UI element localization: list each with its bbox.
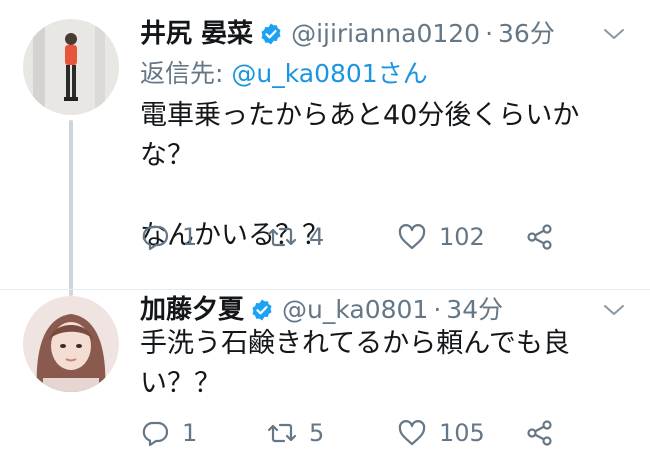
retweet-icon [267,423,297,443]
display-name[interactable]: 井尻 晏菜 [140,17,253,51]
verified-badge-icon [252,299,272,321]
tweet-text: 手洗う石鹸きれてるから頼んでも良い？？ [140,328,570,399]
display-name[interactable]: 加藤夕夏 [140,293,244,327]
user-handle[interactable]: @ijirianna0120 [291,17,480,51]
verified-badge-icon [261,23,281,45]
heart-icon [398,224,426,250]
reply-button[interactable]: 1 [140,219,197,255]
tweet-thread: 井尻 晏菜 @ijirianna0120 · 36分 返信先: @u_ka080… [0,0,650,457]
retweet-count: 4 [309,223,325,251]
avatar-photo [23,296,119,392]
like-count: 105 [439,419,485,447]
separator-dot: · [433,295,442,324]
tweet-actions: 1 4 102 [140,219,570,255]
reply-icon [142,225,169,251]
tweet-actions: 1 5 105 [140,415,570,451]
timestamp[interactable]: 36分 [498,17,555,51]
retweet-button[interactable]: 4 [267,219,324,255]
retweet-count: 5 [309,419,325,447]
retweet-icon [267,227,297,247]
tweet-header: 加藤夕夏 @u_ka0801 · 34分 [140,293,503,327]
tweet[interactable]: 井尻 晏菜 @ijirianna0120 · 36分 返信先: @u_ka080… [0,0,650,290]
tweet[interactable]: 加藤夕夏 @u_ka0801 · 34分 手洗う石鹸きれてるから頼んでも良い？？… [0,290,650,457]
share-button[interactable] [525,415,555,451]
heart-icon [398,420,426,446]
user-handle[interactable]: @u_ka0801 [282,293,428,327]
timestamp[interactable]: 34分 [446,293,503,327]
like-count: 102 [439,223,485,251]
chevron-down-icon[interactable] [602,298,626,322]
separator-dot: · [485,19,494,48]
reply-to-line: 返信先: @u_ka0801さん [140,58,428,90]
avatar-photo [23,19,119,115]
avatar[interactable] [23,19,119,115]
share-icon [527,420,552,446]
like-button[interactable]: 105 [397,415,485,451]
reply-count: 1 [182,223,198,251]
reply-count: 1 [182,419,198,447]
share-icon [527,224,552,250]
like-button[interactable]: 102 [397,219,485,255]
share-button[interactable] [525,219,555,255]
reply-to-label: 返信先: [140,59,232,88]
reply-button[interactable]: 1 [140,415,197,451]
avatar[interactable] [23,296,119,392]
reply-icon [142,421,169,447]
reply-mention-link[interactable]: @u_ka0801さん [231,59,427,88]
tweet-header: 井尻 晏菜 @ijirianna0120 · 36分 [140,17,555,51]
chevron-down-icon[interactable] [602,22,626,46]
retweet-button[interactable]: 5 [267,415,324,451]
